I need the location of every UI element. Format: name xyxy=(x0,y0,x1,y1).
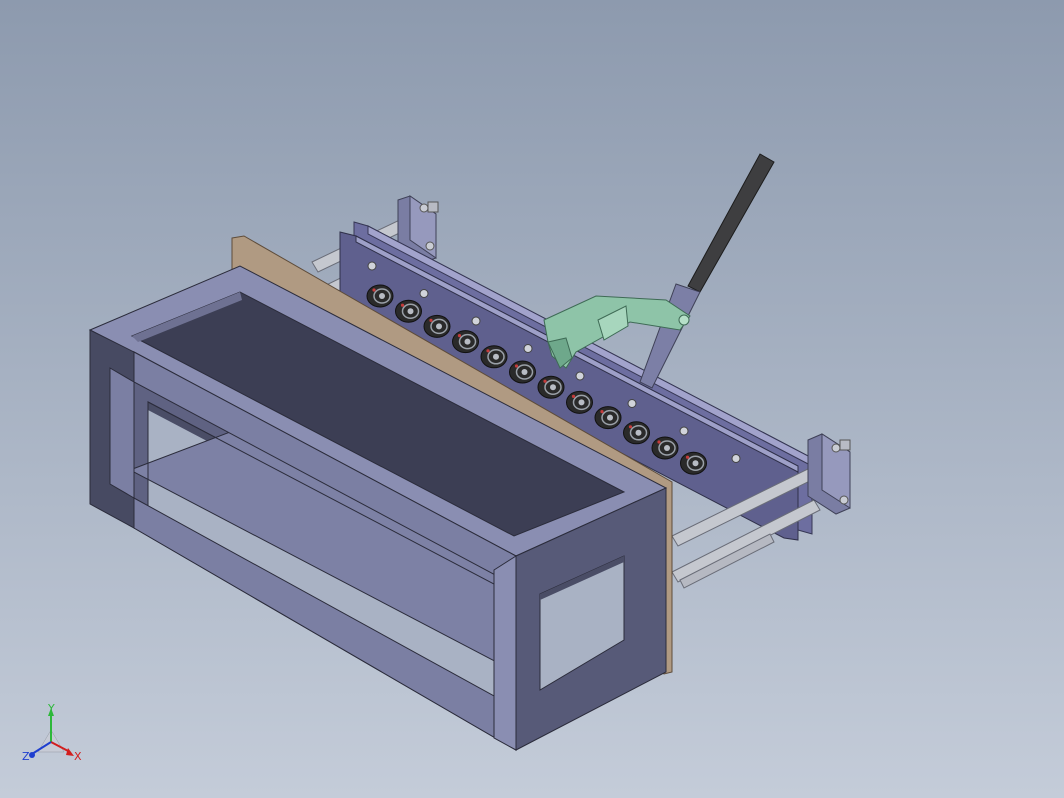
rail-bolt xyxy=(679,426,689,436)
roller xyxy=(509,360,536,384)
roller xyxy=(651,436,679,460)
cad-model-view[interactable] xyxy=(0,0,1064,798)
y-axis-label: Y xyxy=(47,702,55,715)
x-axis-label: X xyxy=(74,750,82,763)
axis-triad[interactable]: Y X Z xyxy=(18,700,88,770)
roller xyxy=(623,421,650,445)
z-axis-label: Z xyxy=(22,750,30,763)
rail-bolt xyxy=(367,261,377,271)
graphics-viewport[interactable]: Y X Z xyxy=(0,0,1064,798)
rail-bolt xyxy=(731,454,741,463)
rail-bolt xyxy=(471,316,481,326)
roller xyxy=(452,330,479,354)
roller xyxy=(366,284,394,308)
rail-bolt xyxy=(523,344,533,353)
roller xyxy=(480,345,508,369)
rail-bolt xyxy=(419,289,429,298)
roller xyxy=(537,375,565,399)
roller xyxy=(423,314,451,338)
rail-bolt xyxy=(575,371,585,381)
z-axis-arrow-icon xyxy=(29,752,35,758)
roller xyxy=(594,406,622,430)
roller xyxy=(395,299,422,323)
roller xyxy=(566,390,593,414)
x-axis-arrow-icon xyxy=(66,748,74,756)
roller xyxy=(680,451,707,475)
rail-bolt xyxy=(627,399,637,408)
